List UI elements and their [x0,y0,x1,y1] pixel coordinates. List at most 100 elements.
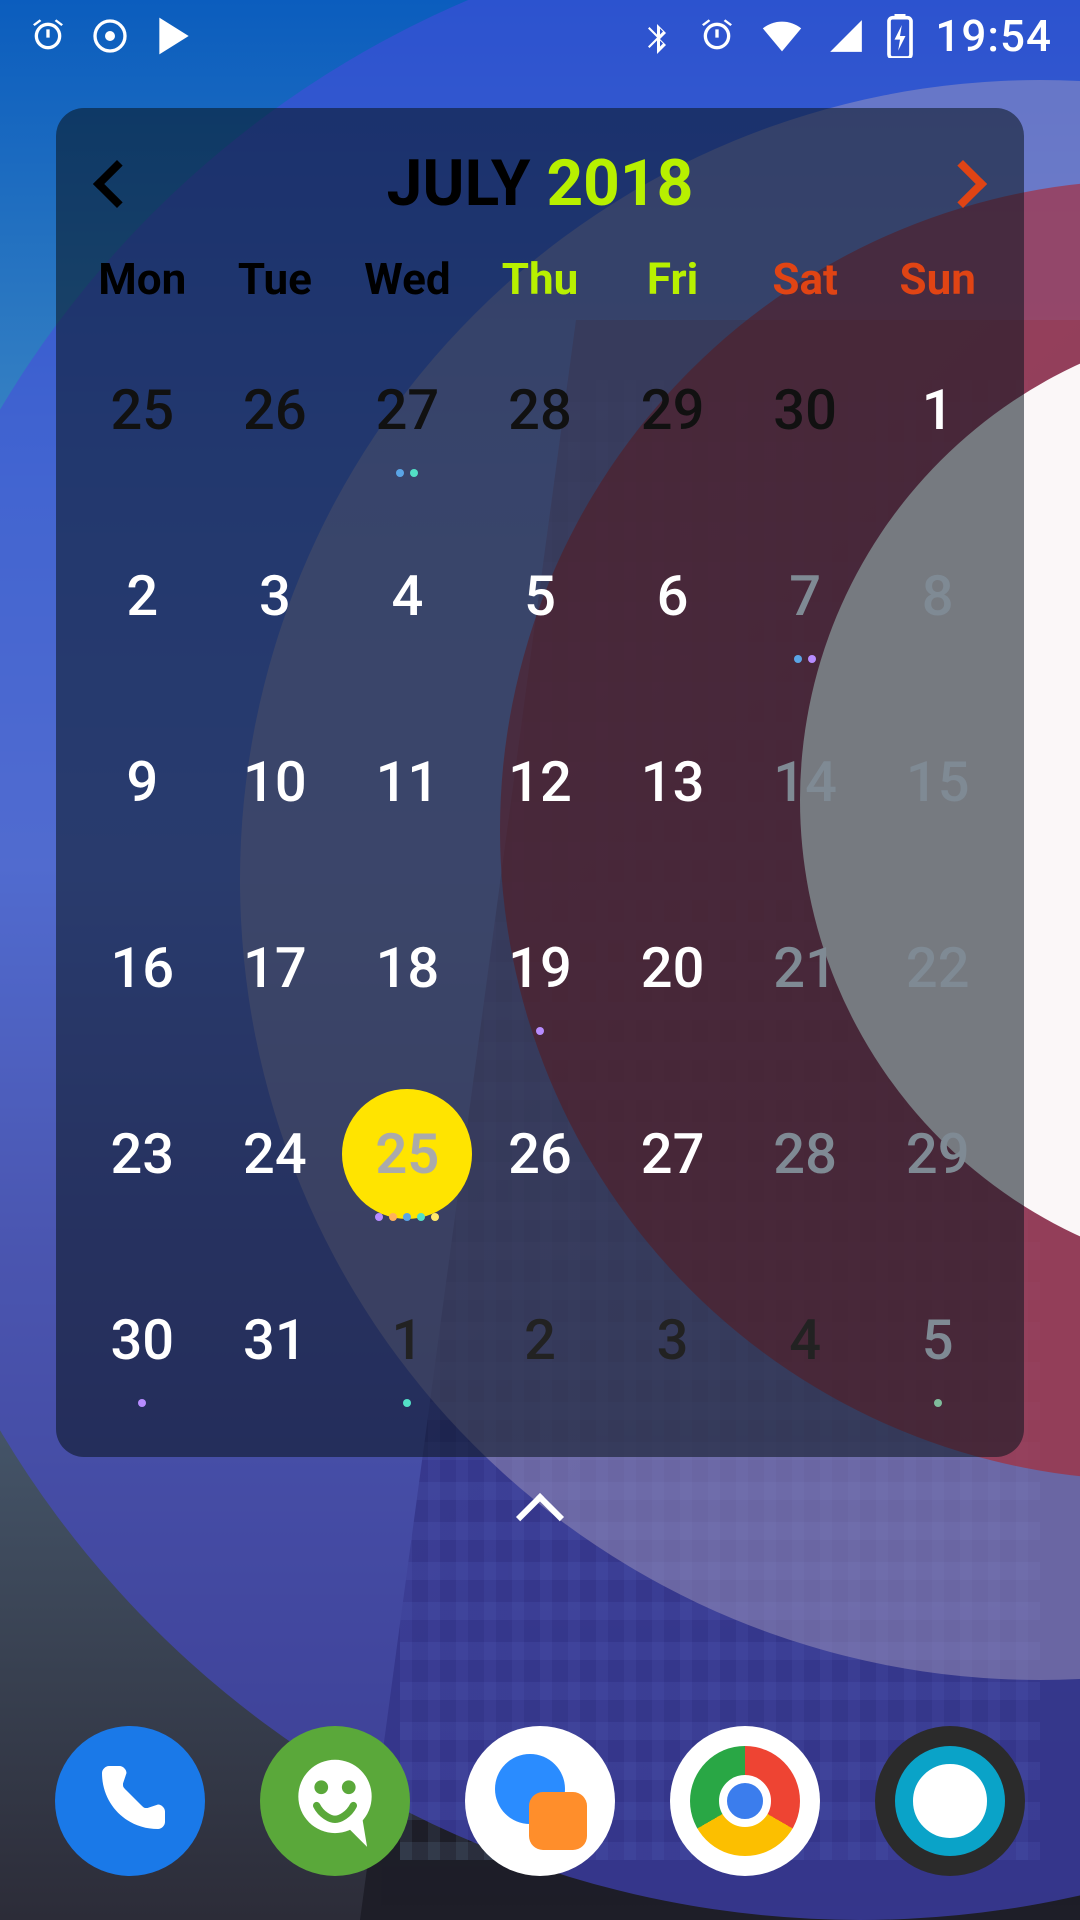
calendar-day[interactable]: 2 [76,503,209,689]
calendar-day[interactable]: 28 [474,317,607,503]
prev-month-button[interactable] [100,167,134,201]
phone-icon [88,1759,172,1843]
calendar-day[interactable]: 30 [739,317,872,503]
target-icon [90,16,130,56]
calendar-day[interactable]: 28 [739,1061,872,1247]
calendar-day[interactable]: 20 [606,875,739,1061]
chrome-app[interactable] [670,1726,820,1876]
calendar-day[interactable]: 1 [871,317,1004,503]
event-dots [403,1399,411,1407]
calendar-day[interactable]: 29 [606,317,739,503]
calendar-day[interactable]: 18 [341,875,474,1061]
calendar-day[interactable]: 13 [606,689,739,875]
browser-app[interactable] [875,1726,1025,1876]
calendar-day[interactable]: 16 [76,875,209,1061]
next-month-button[interactable] [946,167,980,201]
day-number: 15 [906,749,970,815]
calendar-day[interactable]: 25 [341,1061,474,1247]
event-dots [934,1399,942,1407]
day-number: 4 [789,1307,821,1373]
app-drawer-handle[interactable] [523,1500,557,1534]
event-dots [138,1399,146,1407]
day-number: 20 [641,935,705,1001]
calendar-day[interactable]: 8 [871,503,1004,689]
calendar-day[interactable]: 24 [209,1061,342,1247]
calendar-day[interactable]: 29 [871,1061,1004,1247]
calendar-month: JULY [387,146,531,221]
calendar-day[interactable]: 3 [606,1247,739,1433]
day-number: 26 [243,377,307,443]
duo-app[interactable] [465,1726,615,1876]
calendar-day[interactable]: 17 [209,875,342,1061]
event-dots [375,1213,439,1221]
calendar-day[interactable]: 26 [209,317,342,503]
day-number: 27 [641,1121,705,1187]
chevron-up-icon [516,1493,564,1541]
day-number: 2 [524,1307,556,1373]
calendar-day[interactable]: 2 [474,1247,607,1433]
day-number: 12 [508,749,572,815]
messages-app[interactable] [260,1726,410,1876]
day-number: 13 [641,749,705,815]
day-number: 28 [508,377,572,443]
day-number: 3 [259,563,291,629]
calendar-day[interactable]: 25 [76,317,209,503]
calendar-day[interactable]: 9 [76,689,209,875]
chrome-icon [690,1746,800,1856]
day-number: 25 [375,1121,439,1187]
calendar-day[interactable]: 11 [341,689,474,875]
day-number: 6 [657,563,689,629]
cell-signal-icon [827,17,865,55]
event-dots [794,655,816,663]
calendar-day[interactable]: 4 [739,1247,872,1433]
day-number: 3 [657,1307,689,1373]
calendar-day[interactable]: 31 [209,1247,342,1433]
weekday-label: Sat [739,253,872,305]
status-bar[interactable]: 19:54 [0,0,1080,72]
calendar-day[interactable]: 3 [209,503,342,689]
phone-app[interactable] [55,1726,205,1876]
day-number: 22 [906,935,970,1001]
calendar-day[interactable]: 10 [209,689,342,875]
calendar-day[interactable]: 19 [474,875,607,1061]
calendar-day[interactable]: 5 [474,503,607,689]
calendar-day[interactable]: 30 [76,1247,209,1433]
day-number: 25 [110,377,174,443]
calendar-day[interactable]: 21 [739,875,872,1061]
day-number: 19 [508,935,572,1001]
calendar-day[interactable]: 15 [871,689,1004,875]
calendar-day[interactable]: 22 [871,875,1004,1061]
dock [0,1726,1080,1876]
day-number: 8 [922,563,954,629]
weekday-label: Wed [341,253,474,305]
day-number: 28 [773,1121,837,1187]
day-number: 16 [110,935,174,1001]
day-number: 18 [376,935,440,1001]
battery-charging-icon [887,14,913,58]
calendar-widget[interactable]: JULY 2018 MonTueWedThuFriSatSun 25262728… [56,108,1024,1457]
day-number: 1 [392,1307,424,1373]
calendar-grid: 2526272829301234567891011121314151617181… [76,317,1004,1433]
calendar-day[interactable]: 6 [606,503,739,689]
play-store-icon [152,14,196,58]
calendar-day[interactable]: 12 [474,689,607,875]
calendar-title[interactable]: JULY 2018 [387,146,694,221]
calendar-day[interactable]: 4 [341,503,474,689]
duo-shape2-icon [529,1792,587,1850]
weekday-label: Sun [871,253,1004,305]
calendar-day[interactable]: 5 [871,1247,1004,1433]
day-number: 7 [789,563,821,629]
day-number: 21 [773,935,837,1001]
day-number: 24 [243,1121,307,1187]
calendar-day[interactable]: 14 [739,689,872,875]
calendar-day[interactable]: 23 [76,1061,209,1247]
calendar-day[interactable]: 1 [341,1247,474,1433]
day-number: 4 [392,563,424,629]
smiley-icon [280,1746,390,1856]
calendar-day[interactable]: 7 [739,503,872,689]
day-number: 1 [922,377,954,443]
calendar-day[interactable]: 27 [606,1061,739,1247]
calendar-day[interactable]: 27 [341,317,474,503]
browser-icon [895,1746,1005,1856]
calendar-day[interactable]: 26 [474,1061,607,1247]
